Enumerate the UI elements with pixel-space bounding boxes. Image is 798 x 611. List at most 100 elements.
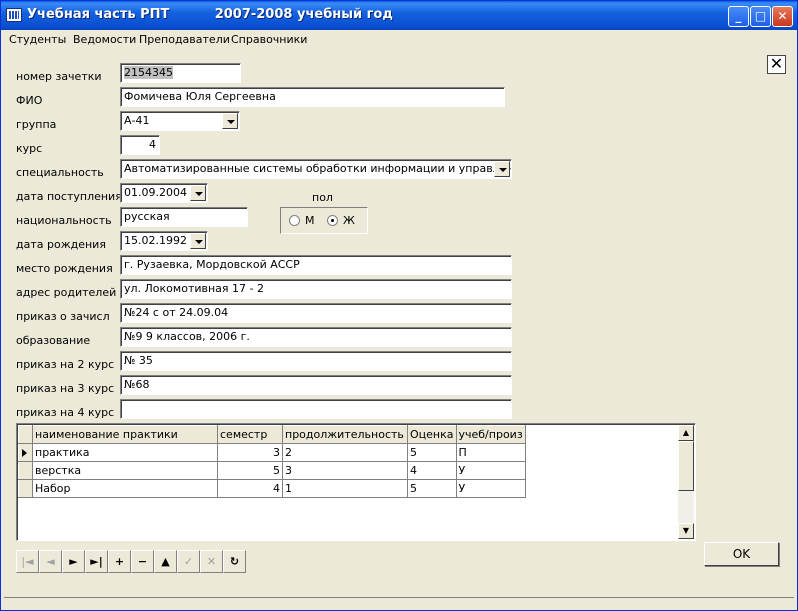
row-indicator bbox=[18, 479, 33, 498]
data-rozhd-value: 15.02.1992 bbox=[124, 234, 187, 247]
column-header[interactable]: продолжительность bbox=[282, 425, 408, 444]
data-post-picker[interactable]: 01.09.2004 bbox=[120, 183, 208, 203]
column-header[interactable]: учеб/произ bbox=[455, 425, 526, 444]
scroll-thumb[interactable] bbox=[678, 441, 694, 491]
practice-table: наименование практики семестр продолжите… bbox=[18, 425, 526, 498]
post-record-button[interactable]: ✓ bbox=[177, 550, 200, 573]
label-prikaz2: приказ на 2 курс bbox=[16, 358, 115, 371]
last-record-button[interactable]: ►| bbox=[85, 550, 108, 573]
prior-record-button[interactable]: ◄ bbox=[39, 550, 62, 573]
prikaz-zachisl-value: №24 с от 24.09.04 bbox=[124, 306, 229, 319]
zachetka-input[interactable]: 2154345 bbox=[120, 63, 241, 83]
prikaz-zachisl-input[interactable]: №24 с от 24.09.04 bbox=[120, 303, 512, 323]
zachetka-value: 2154345 bbox=[124, 66, 173, 79]
main-window: Учебная часть РПТ 2007-2008 учебный год … bbox=[0, 0, 798, 611]
minimize-button[interactable]: _ bbox=[728, 6, 749, 27]
sex-f-label[interactable]: Ж bbox=[343, 214, 355, 227]
adres-input[interactable]: ул. Локомотивная 17 - 2 bbox=[120, 279, 512, 299]
table-cell[interactable]: 5 bbox=[407, 443, 457, 462]
table-cell[interactable]: 2 bbox=[282, 443, 408, 462]
label-kurs: курс bbox=[16, 142, 43, 155]
table-cell[interactable]: У bbox=[456, 461, 526, 480]
delete-record-button[interactable]: − bbox=[131, 550, 154, 573]
table-cell[interactable]: 3 bbox=[282, 461, 408, 480]
maximize-button[interactable]: □ bbox=[750, 6, 771, 27]
indicator-header bbox=[18, 425, 33, 444]
table-cell[interactable]: 4 bbox=[217, 479, 283, 498]
specialnost-select[interactable]: Автоматизированные системы обработки инф… bbox=[120, 159, 512, 179]
sex-m-label[interactable]: М bbox=[305, 214, 315, 227]
sex-f-radio[interactable] bbox=[327, 215, 338, 226]
obrazovanie-input[interactable]: №9 9 классов, 2006 г. bbox=[120, 327, 512, 347]
table-row[interactable]: практика 3 2 5 П bbox=[18, 443, 526, 462]
gruppa-select[interactable]: А-41 bbox=[120, 111, 240, 131]
sex-m-radio[interactable] bbox=[289, 215, 300, 226]
mesto-rozhd-value: г. Рузаевка, Мордовской АССР bbox=[124, 258, 300, 271]
column-header[interactable]: Оценка bbox=[407, 425, 457, 444]
nacionalnost-input[interactable]: русская bbox=[120, 207, 248, 227]
chevron-down-icon[interactable] bbox=[222, 113, 238, 129]
prikaz4-input[interactable] bbox=[120, 399, 512, 419]
mesto-rozhd-input[interactable]: г. Рузаевка, Мордовской АССР bbox=[120, 255, 512, 275]
nacionalnost-value: русская bbox=[124, 210, 170, 223]
window-title: Учебная часть РПТ 2007-2008 учебный год bbox=[27, 7, 393, 22]
first-record-button[interactable]: |◄ bbox=[16, 550, 39, 573]
table-cell[interactable]: 1 bbox=[282, 479, 408, 498]
table-header-row: наименование практики семестр продолжите… bbox=[18, 425, 526, 444]
db-navigator: |◄ ◄ ► ►| + − ▲ ✓ ✕ ↻ bbox=[16, 550, 246, 574]
app-icon bbox=[6, 8, 22, 22]
menu-teachers[interactable]: Преподаватели bbox=[139, 33, 230, 46]
cancel-edit-button[interactable]: ✕ bbox=[200, 550, 223, 573]
edit-record-button[interactable]: ▲ bbox=[154, 550, 177, 573]
menu-students[interactable]: Студенты bbox=[9, 33, 66, 46]
prikaz3-value: №68 bbox=[124, 378, 150, 391]
scroll-down-icon[interactable]: ▼ bbox=[678, 523, 694, 539]
label-obrazovanie: образование bbox=[16, 334, 91, 347]
specialnost-value: Автоматизированные системы обработки инф… bbox=[124, 162, 512, 175]
data-rozhd-picker[interactable]: 15.02.1992 bbox=[120, 231, 208, 251]
data-post-value: 01.09.2004 bbox=[124, 186, 187, 199]
status-bar bbox=[4, 597, 794, 608]
prikaz3-input[interactable]: №68 bbox=[120, 375, 512, 395]
title-bar[interactable]: Учебная часть РПТ 2007-2008 учебный год … bbox=[1, 1, 797, 30]
table-cell[interactable]: П bbox=[456, 443, 526, 462]
row-indicator-arrow-icon bbox=[18, 443, 33, 462]
label-mesto-rozhd: место рождения bbox=[16, 262, 113, 275]
insert-record-button[interactable]: + bbox=[108, 550, 131, 573]
kurs-input[interactable]: 4 bbox=[120, 135, 160, 155]
close-window-button[interactable]: ✕ bbox=[772, 6, 793, 27]
practice-grid[interactable]: наименование практики семестр продолжите… bbox=[16, 423, 696, 541]
column-header[interactable]: наименование практики bbox=[32, 425, 218, 444]
ok-button[interactable]: OK bbox=[704, 542, 779, 566]
table-cell[interactable]: 4 bbox=[407, 461, 457, 480]
menu-statements[interactable]: Ведомости bbox=[73, 33, 136, 46]
kurs-value: 4 bbox=[149, 138, 156, 151]
chevron-down-icon[interactable] bbox=[494, 161, 510, 177]
menu-references[interactable]: Справочники bbox=[231, 33, 307, 46]
prikaz2-input[interactable]: № 35 bbox=[120, 351, 512, 371]
chevron-down-icon[interactable] bbox=[190, 233, 206, 249]
next-record-button[interactable]: ► bbox=[62, 550, 85, 573]
label-data-post: дата поступления bbox=[16, 190, 122, 203]
fio-input[interactable]: Фомичева Юля Сергеевна bbox=[120, 87, 505, 107]
table-cell[interactable]: практика bbox=[32, 443, 218, 462]
table-cell[interactable]: 5 bbox=[217, 461, 283, 480]
table-cell[interactable]: Набор bbox=[32, 479, 218, 498]
table-cell[interactable]: 5 bbox=[407, 479, 457, 498]
refresh-button[interactable]: ↻ bbox=[223, 550, 246, 573]
grid-vertical-scrollbar[interactable]: ▲ ▼ bbox=[678, 425, 694, 539]
table-row[interactable]: верстка 5 3 4 У bbox=[18, 461, 526, 480]
table-row[interactable]: Набор 4 1 5 У bbox=[18, 479, 526, 498]
label-adres: адрес родителей bbox=[16, 286, 117, 299]
chevron-down-icon[interactable] bbox=[190, 185, 206, 201]
form-close-button[interactable]: ✕ bbox=[767, 55, 786, 74]
scroll-up-icon[interactable]: ▲ bbox=[678, 425, 694, 441]
menu-bar: Студенты Ведомости Преподаватели Справоч… bbox=[1, 30, 797, 49]
label-specialnost: специальность bbox=[16, 166, 104, 179]
label-fio: ФИО bbox=[16, 94, 43, 107]
table-cell[interactable]: 3 bbox=[217, 443, 283, 462]
table-cell[interactable]: верстка bbox=[32, 461, 218, 480]
table-cell[interactable]: У bbox=[456, 479, 526, 498]
label-zachetka: номер зачетки bbox=[16, 70, 102, 83]
column-header[interactable]: семестр bbox=[217, 425, 283, 444]
